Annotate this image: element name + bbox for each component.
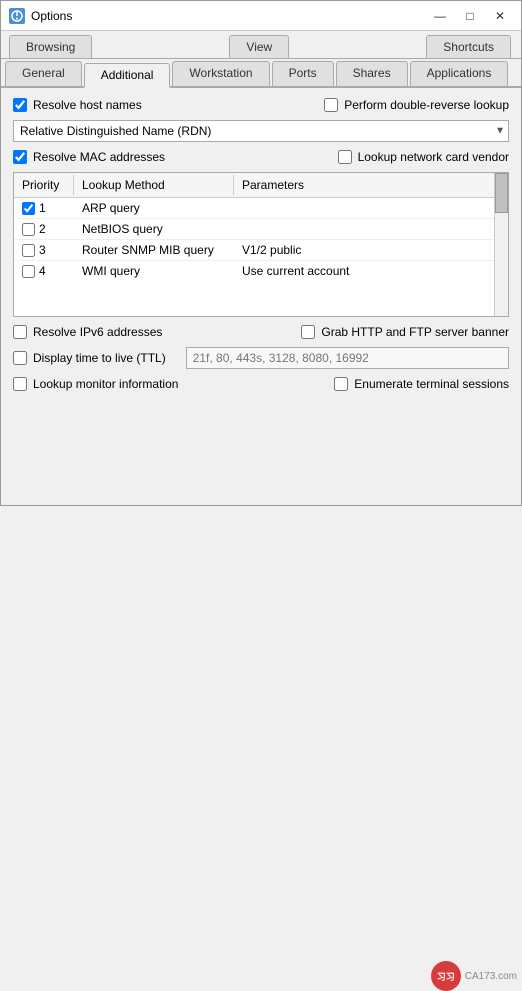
row2-params-cell [234, 219, 508, 239]
tab-general[interactable]: General [5, 61, 82, 86]
dropdown-wrapper: Relative Distinguished Name (RDN) Distin… [13, 120, 509, 142]
row4-method-cell: WMI query [74, 261, 234, 281]
double-reverse-checkbox[interactable] [324, 98, 338, 112]
table-scrollbar[interactable] [494, 173, 508, 316]
content-area: Resolve host names Perform double-revers… [1, 88, 521, 505]
table-row: 1 ARP query [14, 198, 508, 219]
table-row: 4 WMI query Use current account [14, 261, 508, 281]
tab-shortcuts[interactable]: Shortcuts [426, 35, 511, 58]
resolve-host-label: Resolve host names [33, 98, 142, 112]
row-ipv6: Resolve IPv6 addresses Grab HTTP and FTP… [13, 325, 509, 339]
ttl-input-group [186, 347, 509, 369]
row2-priority-cell: 2 [14, 219, 74, 239]
resolve-ipv6-checkbox[interactable] [13, 325, 27, 339]
resolve-ipv6-label: Resolve IPv6 addresses [33, 325, 162, 339]
display-ttl-label: Display time to live (TTL) [33, 351, 166, 365]
lookup-vendor-group: Lookup network card vendor [338, 150, 509, 164]
row2-checkbox[interactable] [22, 223, 35, 236]
rdn-dropdown[interactable]: Relative Distinguished Name (RDN) Distin… [13, 120, 509, 142]
tab-view[interactable]: View [229, 35, 289, 58]
display-ttl-group: Display time to live (TTL) [13, 351, 166, 365]
double-reverse-label: Perform double-reverse lookup [344, 98, 509, 112]
row2-priority: 2 [39, 222, 46, 236]
row-ttl: Display time to live (TTL) [13, 347, 509, 369]
row3-method-cell: Router SNMP MIB query [74, 240, 234, 260]
grab-http-label: Grab HTTP and FTP server banner [321, 325, 509, 339]
row3-priority: 3 [39, 243, 46, 257]
title-bar-left: Options [9, 8, 72, 24]
resolve-ipv6-group: Resolve IPv6 addresses [13, 325, 162, 339]
table-body: 1 ARP query 2 NetBIOS query [14, 198, 508, 316]
tab-workstation[interactable]: Workstation [172, 61, 269, 86]
tab-shares[interactable]: Shares [336, 61, 408, 86]
row2-method-cell: NetBIOS query [74, 219, 234, 239]
row1-checkbox[interactable] [22, 202, 35, 215]
row3-priority-cell: 3 [14, 240, 74, 260]
row-resolve-mac: Resolve MAC addresses Lookup network car… [13, 150, 509, 164]
lookup-monitor-checkbox[interactable] [13, 377, 27, 391]
double-reverse-group: Perform double-reverse lookup [324, 98, 509, 112]
lookup-vendor-label: Lookup network card vendor [358, 150, 509, 164]
row4-priority-cell: 4 [14, 261, 74, 281]
enumerate-terminal-label: Enumerate terminal sessions [354, 377, 509, 391]
row4-params-cell: Use current account [234, 261, 508, 281]
enumerate-terminal-group: Enumerate terminal sessions [334, 377, 509, 391]
maximize-button[interactable]: □ [457, 6, 483, 26]
row1-method-cell: ARP query [74, 198, 234, 218]
watermark: 习习 CA173.com [431, 961, 517, 991]
dropdown-row: Relative Distinguished Name (RDN) Distin… [13, 120, 509, 142]
options-window: Options — □ ✕ Browsing View Shortcuts Ge… [0, 0, 522, 506]
table-header: Priority Lookup Method Parameters [14, 173, 508, 198]
table-row: 3 Router SNMP MIB query V1/2 public [14, 240, 508, 261]
row4-checkbox[interactable] [22, 265, 35, 278]
title-bar: Options — □ ✕ [1, 1, 521, 31]
scrollbar-thumb [495, 173, 508, 213]
tab-row-1: Browsing View Shortcuts [1, 31, 521, 59]
enumerate-terminal-checkbox[interactable] [334, 377, 348, 391]
tab-applications[interactable]: Applications [410, 61, 509, 86]
col-method: Lookup Method [74, 175, 234, 195]
row3-params-cell: V1/2 public [234, 240, 508, 260]
row-resolve-host: Resolve host names Perform double-revers… [13, 98, 509, 112]
resolve-mac-checkbox[interactable] [13, 150, 27, 164]
table-row: 2 NetBIOS query [14, 219, 508, 240]
title-buttons: — □ ✕ [427, 6, 513, 26]
grab-http-group: Grab HTTP and FTP server banner [301, 325, 509, 339]
lookup-vendor-checkbox[interactable] [338, 150, 352, 164]
row1-priority-cell: 1 [14, 198, 74, 218]
col-params: Parameters [234, 175, 508, 195]
lookup-table: Priority Lookup Method Parameters 1 ARP … [13, 172, 509, 317]
tab-additional[interactable]: Additional [84, 63, 171, 88]
close-button[interactable]: ✕ [487, 6, 513, 26]
tab-ports[interactable]: Ports [272, 61, 334, 86]
lookup-monitor-label: Lookup monitor information [33, 377, 178, 391]
row-monitor: Lookup monitor information Enumerate ter… [13, 377, 509, 391]
tab-row-2: General Additional Workstation Ports Sha… [1, 59, 521, 88]
lookup-monitor-group: Lookup monitor information [13, 377, 178, 391]
row4-priority: 4 [39, 264, 46, 278]
window-title: Options [31, 9, 72, 23]
watermark-text: CA173.com [465, 971, 517, 982]
resolve-mac-label: Resolve MAC addresses [33, 150, 165, 164]
tab-browsing[interactable]: Browsing [9, 35, 92, 58]
row3-checkbox[interactable] [22, 244, 35, 257]
app-icon [9, 8, 25, 24]
watermark-logo: 习习 [431, 961, 461, 991]
resolve-host-checkbox[interactable] [13, 98, 27, 112]
row1-params-cell [234, 198, 508, 218]
grab-http-checkbox[interactable] [301, 325, 315, 339]
row1-priority: 1 [39, 201, 46, 215]
col-priority: Priority [14, 175, 74, 195]
ttl-input[interactable] [186, 347, 509, 369]
resolve-host-group: Resolve host names [13, 98, 142, 112]
resolve-mac-group: Resolve MAC addresses [13, 150, 165, 164]
minimize-button[interactable]: — [427, 6, 453, 26]
display-ttl-checkbox[interactable] [13, 351, 27, 365]
